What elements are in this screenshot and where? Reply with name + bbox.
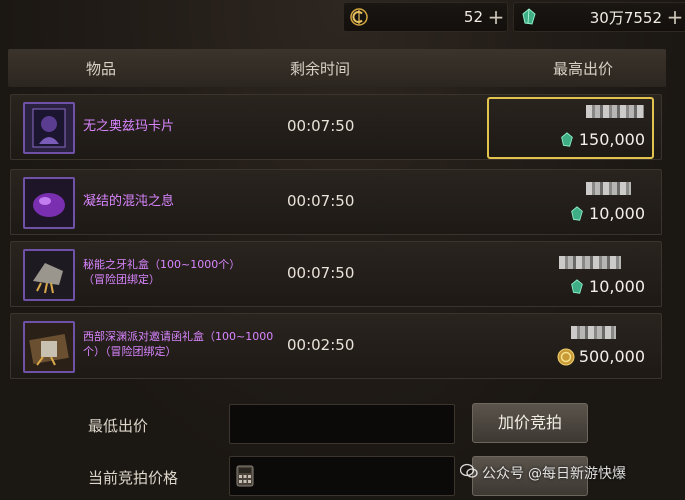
remaining-time: 00:07:50 xyxy=(287,117,355,135)
gem-icon xyxy=(519,7,539,27)
min-bid-field xyxy=(229,404,455,444)
gem-icon xyxy=(571,205,583,221)
min-bid-label: 最低出价 xyxy=(88,417,149,435)
remaining-time: 00:02:50 xyxy=(287,336,355,354)
bid-amount: 10,000 xyxy=(589,204,645,223)
gem-currency-bar: 30万7552 + xyxy=(513,2,685,32)
add-gold-button[interactable]: + xyxy=(487,7,505,27)
wechat-icon xyxy=(459,463,478,483)
gold-coin-icon xyxy=(349,7,369,27)
item-name-binding: 个）（冒险团绑定） xyxy=(83,345,177,358)
auction-row[interactable]: 西部深渊派对邀请函礼盒（100~1000 个）（冒险团绑定） 00:02:50 … xyxy=(10,313,662,379)
raise-bid-button[interactable]: 加价竞拍 xyxy=(472,403,588,443)
table-header: 物品 剩余时间 最高出价 xyxy=(8,49,666,87)
gem-amount: 30万7552 xyxy=(589,8,662,27)
auction-row[interactable]: 秘能之牙礼盒（100~1000个） （冒险团绑定） 00:07:50 10,00… xyxy=(10,241,662,307)
column-highest-bid: 最高出价 xyxy=(553,60,614,78)
highest-bid: 10,000 xyxy=(569,277,645,296)
remaining-time: 00:07:50 xyxy=(287,192,355,210)
item-name-binding: （冒险团绑定） xyxy=(83,273,160,286)
gold-amount: 52 xyxy=(463,8,483,26)
highest-bid: 10,000 xyxy=(569,204,645,223)
item-name: 凝结的混沌之息 xyxy=(83,194,175,209)
current-bid-field[interactable] xyxy=(229,456,455,496)
column-remaining-time: 剩余时间 xyxy=(290,60,351,78)
selected-bid-highlight xyxy=(487,97,654,159)
column-item: 物品 xyxy=(86,60,117,78)
bidder-name-blurred xyxy=(571,326,616,339)
bid-amount: 500,000 xyxy=(578,347,645,366)
current-bid-label: 当前竞拍价格 xyxy=(88,469,179,487)
gem-icon xyxy=(571,278,583,294)
watermark-partial-text: 公众号 xyxy=(482,466,524,482)
watermark-text: @每日新游快爆 xyxy=(528,466,626,482)
add-gem-button[interactable]: + xyxy=(666,7,684,27)
gold-coin-icon xyxy=(557,348,575,365)
bid-amount: 10,000 xyxy=(589,277,645,296)
item-name: 秘能之牙礼盒（100~1000个） xyxy=(83,258,241,271)
item-name: 无之奥兹玛卡片 xyxy=(83,119,175,134)
fang-gift-box-icon xyxy=(23,249,75,301)
watermark: 公众号 @每日新游快爆 xyxy=(459,463,626,483)
ozma-card-icon xyxy=(23,102,75,154)
gold-currency-bar: 52 + xyxy=(343,2,508,32)
item-name: 西部深渊派对邀请函礼盒（100~1000 xyxy=(83,330,274,343)
remaining-time: 00:07:50 xyxy=(287,264,355,282)
invitation-gift-box-icon xyxy=(23,321,75,373)
calculator-icon[interactable] xyxy=(236,465,254,491)
bidder-name-blurred xyxy=(559,256,621,269)
highest-bid: 500,000 xyxy=(557,347,645,366)
bidder-name-blurred xyxy=(586,182,631,195)
chaos-breath-icon xyxy=(23,177,75,229)
auction-row[interactable]: 凝结的混沌之息 00:07:50 10,000 xyxy=(10,169,662,235)
